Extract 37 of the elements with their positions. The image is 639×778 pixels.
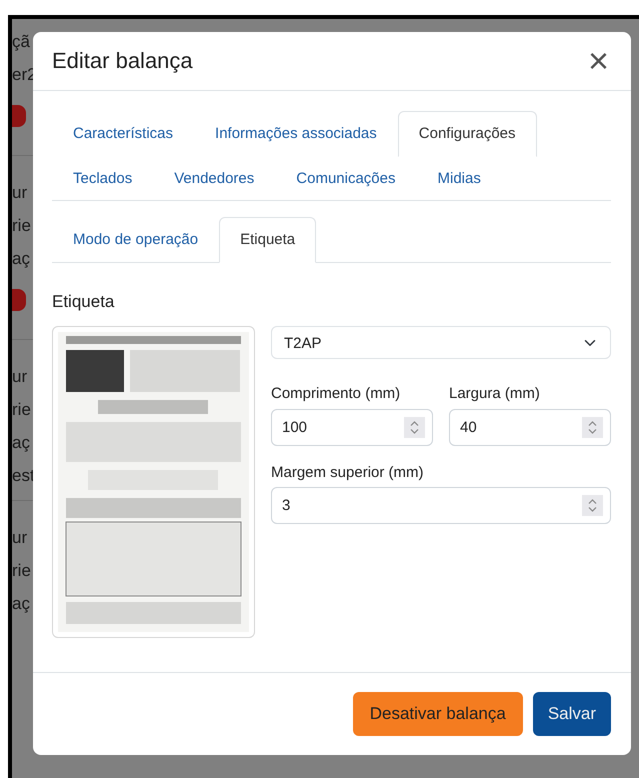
background-text: ur (12, 182, 28, 204)
background-text: aç (12, 432, 31, 454)
tab[interactable]: Características (52, 111, 194, 156)
number-field[interactable]: 40 (449, 408, 611, 446)
tab[interactable]: Comunicações (275, 156, 416, 201)
modal-title: Editar balança (52, 48, 193, 74)
field-label: Largura (mm) (449, 384, 541, 404)
deactivate-button[interactable]: Desativar balança (352, 692, 523, 736)
background-text: rie (12, 399, 32, 421)
tab[interactable]: Informações associadas (194, 111, 398, 156)
number-field[interactable]: 3 (271, 487, 611, 524)
background-text: rie (12, 560, 32, 582)
tab[interactable]: Midias (416, 156, 502, 201)
field-label: Margem superior (mm) (271, 462, 425, 482)
tab[interactable]: Vendedores (153, 156, 276, 201)
background-text: aç (12, 593, 31, 615)
tab[interactable]: Teclados (52, 156, 154, 201)
section-title: Etiqueta (52, 290, 116, 312)
close-button[interactable]: × (586, 43, 611, 79)
background-text: rie (12, 215, 32, 237)
background-text: aç (12, 248, 31, 270)
background-text: est (12, 465, 36, 487)
tab[interactable]: Etiqueta (219, 217, 316, 262)
background-badge (12, 289, 26, 311)
field-label: Comprimento (mm) (271, 384, 402, 404)
tab[interactable]: Modo de operação (52, 217, 220, 262)
label-select[interactable]: T2AP (271, 326, 611, 359)
spinner-icon[interactable] (404, 416, 425, 438)
save-button[interactable]: Salvar (532, 692, 611, 736)
spinner-icon[interactable] (582, 416, 603, 438)
background-text: ur (12, 366, 28, 388)
number-field[interactable]: 100 (271, 408, 433, 446)
background-badge (12, 105, 26, 127)
spinner-icon[interactable] (582, 495, 603, 516)
background-text: çã (12, 31, 31, 53)
tab[interactable]: Configurações (398, 111, 537, 156)
background-text: ur (12, 527, 28, 549)
